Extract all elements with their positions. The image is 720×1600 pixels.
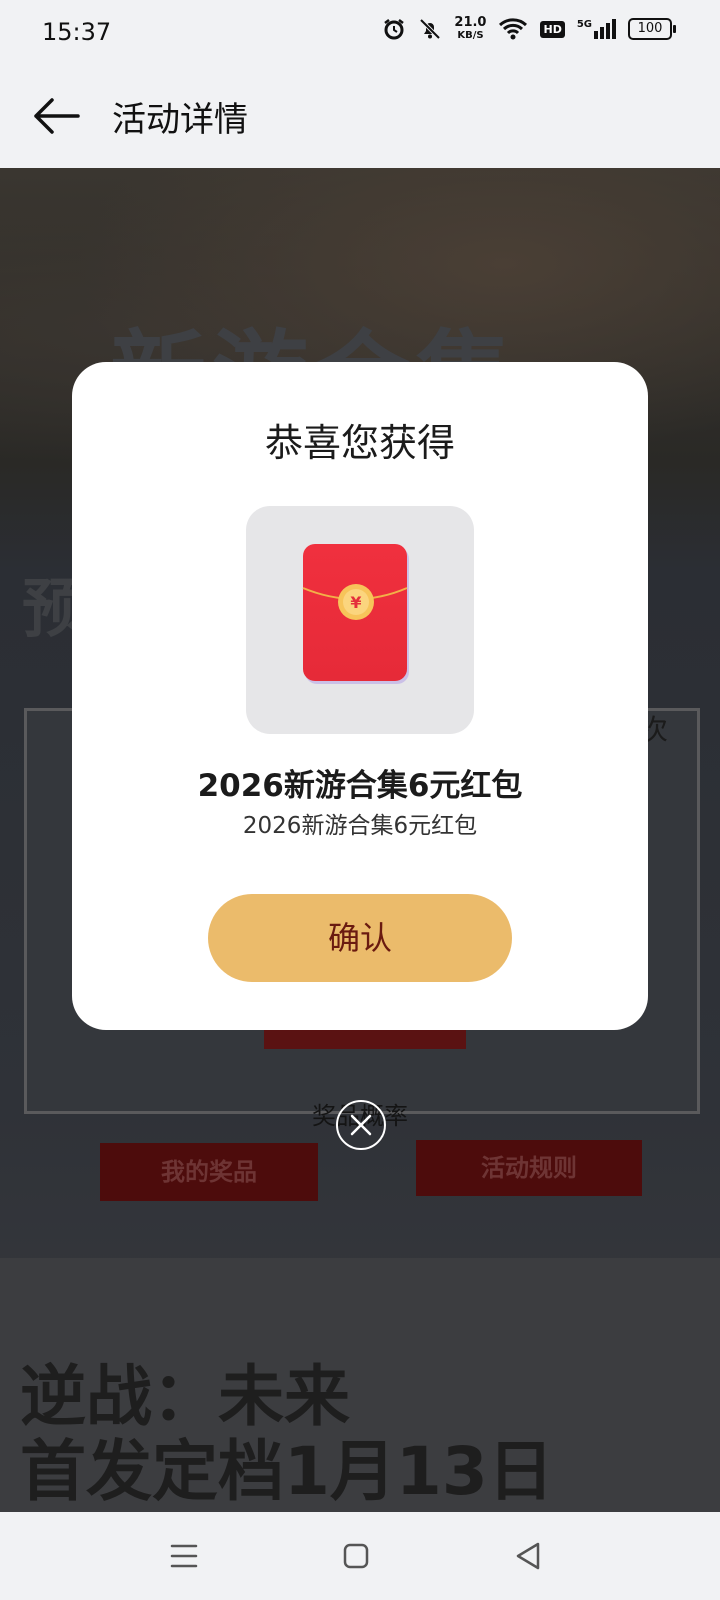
red-envelope-icon: ¥ <box>302 544 409 684</box>
wifi-icon <box>499 18 528 40</box>
net-speed-unit: KB/S <box>457 30 484 41</box>
nav-back-button[interactable] <box>510 1538 546 1574</box>
back-arrow-icon <box>34 98 80 134</box>
status-icons: 21.0 KB/S HD 5G 100 <box>382 16 676 42</box>
prize-description: 2026新游合集6元红包 <box>242 813 478 839</box>
system-nav-bar <box>0 1512 720 1600</box>
my-prizes-button[interactable]: 我的奖品 <box>100 1143 318 1201</box>
app-bar: 活动详情 <box>0 62 720 168</box>
status-bar: 15:37 21.0 KB/S HD 5G 100 <box>0 0 720 62</box>
battery-icon: 100 <box>628 18 676 40</box>
hd-badge: HD <box>540 20 565 38</box>
rules-button[interactable]: 活动规则 <box>416 1140 642 1196</box>
news-headline-2: 首发定档1月13日 <box>20 1433 554 1510</box>
home-button[interactable] <box>338 1538 374 1574</box>
status-time: 15:37 <box>42 18 112 46</box>
menu-icon <box>170 1544 198 1568</box>
alarm-icon <box>384 19 405 40</box>
prize-name: 2026新游合集6元红包 <box>197 768 523 804</box>
net-speed: 21.0 KB/S <box>454 16 486 42</box>
home-icon <box>343 1543 369 1569</box>
prize-image-tile: ¥ <box>246 506 474 734</box>
back-triangle-icon <box>516 1542 540 1570</box>
close-dialog-button[interactable] <box>336 1100 386 1150</box>
prize-dialog: 恭喜您获得 ¥ 2026新游合集6元红包 2026新游合集6元红包 确认 <box>72 362 648 1030</box>
net-speed-value: 21.0 <box>454 15 487 30</box>
signal-icon: 5G <box>577 19 616 39</box>
close-icon <box>350 1114 372 1136</box>
back-button[interactable] <box>30 92 82 140</box>
page-title: 活动详情 <box>112 100 248 140</box>
confirm-button[interactable]: 确认 <box>208 894 512 982</box>
dialog-title: 恭喜您获得 <box>264 421 455 465</box>
envelope-yuan-symbol: ¥ <box>350 593 361 612</box>
network-label: 5G <box>576 19 592 30</box>
mute-icon <box>419 18 441 40</box>
menu-button[interactable] <box>166 1538 202 1574</box>
